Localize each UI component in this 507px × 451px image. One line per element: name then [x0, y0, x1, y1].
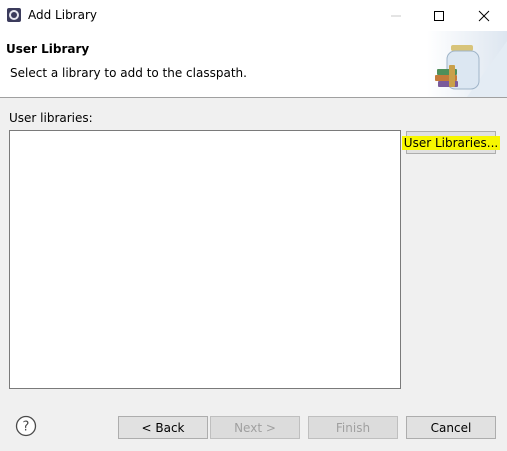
page-description: Select a library to add to the classpath…: [10, 66, 247, 80]
svg-text:?: ?: [23, 420, 30, 435]
help-icon: ?: [15, 415, 37, 437]
cancel-button-label: Cancel: [430, 420, 472, 435]
next-button[interactable]: Next >: [210, 416, 300, 439]
maximize-icon: [434, 10, 444, 21]
back-button[interactable]: < Back: [118, 416, 208, 439]
user-libraries-button-label: User Libraries...: [401, 135, 501, 150]
finish-button[interactable]: Finish: [308, 416, 398, 439]
wizard-header: User Library Select a library to add to …: [0, 31, 507, 98]
minimize-button[interactable]: [373, 0, 419, 31]
user-libraries-button[interactable]: User Libraries...: [401, 131, 501, 154]
window-title: Add Library: [28, 8, 98, 22]
title-bar: Add Library: [0, 0, 507, 31]
close-button[interactable]: [461, 0, 507, 31]
minimize-icon: [391, 15, 401, 16]
maximize-button[interactable]: [416, 0, 462, 31]
help-button[interactable]: ?: [15, 415, 37, 437]
add-library-dialog: Add Library User Library Select a librar…: [0, 0, 507, 451]
library-jar-icon: [427, 31, 507, 97]
user-libraries-list[interactable]: [9, 130, 401, 389]
back-button-label: < Back: [141, 420, 185, 435]
next-button-label: Next >: [234, 420, 276, 435]
finish-button-label: Finish: [335, 420, 371, 435]
eclipse-icon: [6, 7, 22, 23]
close-icon: [478, 10, 490, 21]
page-title: User Library: [6, 42, 90, 56]
cancel-button[interactable]: Cancel: [406, 416, 496, 439]
user-libraries-label: User libraries:: [9, 111, 93, 125]
